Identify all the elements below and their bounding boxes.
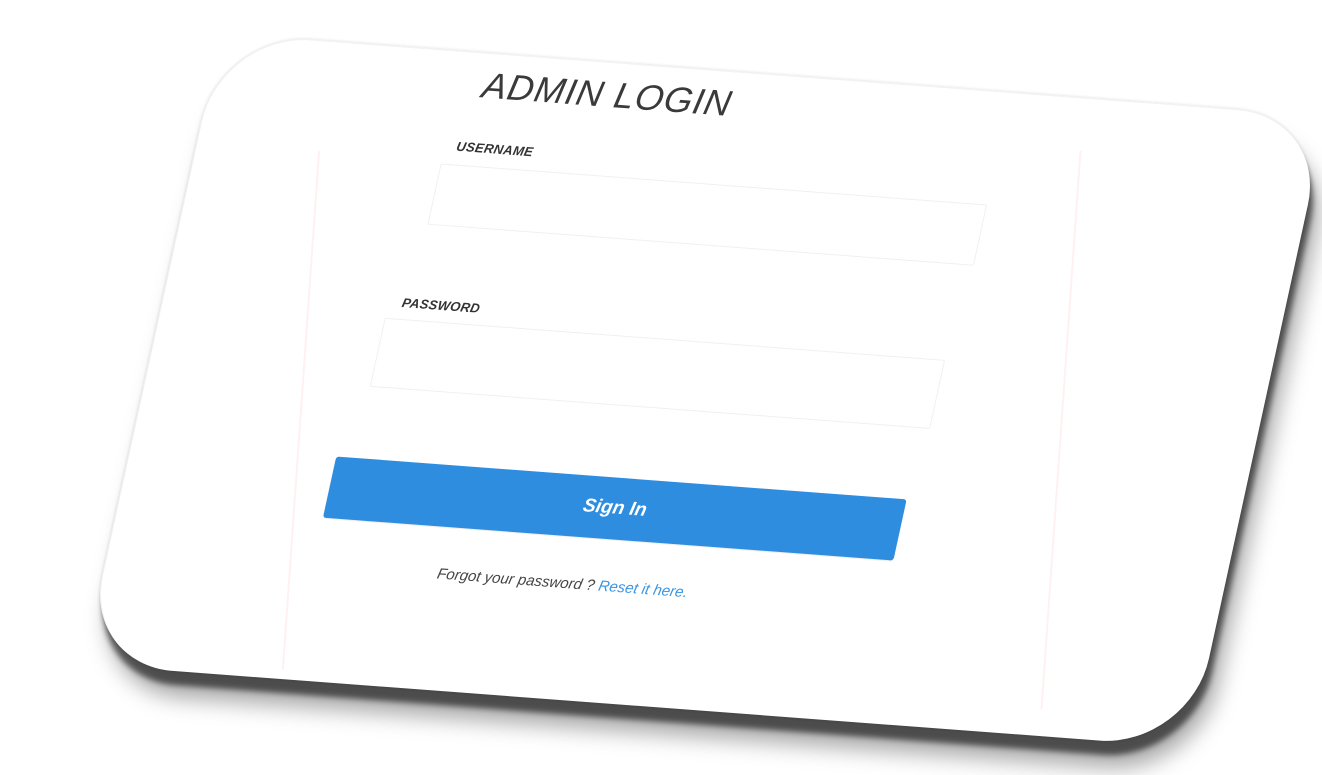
forgot-password-text: Forgot your password ? [435,565,601,595]
screenshot-stage: ADMIN LOGIN USERNAME PASSWORD Sign In Fo… [0,0,1322,775]
username-label: USERNAME [455,138,535,160]
username-field[interactable] [428,164,986,265]
login-form: ADMIN LOGIN USERNAME PASSWORD Sign In Fo… [268,56,1011,675]
password-field[interactable] [370,318,944,428]
reset-password-link[interactable]: Reset it here. [597,578,690,601]
password-label: PASSWORD [400,295,482,316]
forgot-password-row: Forgot your password ? Reset it here. [436,566,690,602]
username-field-wrapper [427,163,988,266]
password-field-wrapper [369,317,946,429]
sign-in-button[interactable]: Sign In [322,456,907,561]
